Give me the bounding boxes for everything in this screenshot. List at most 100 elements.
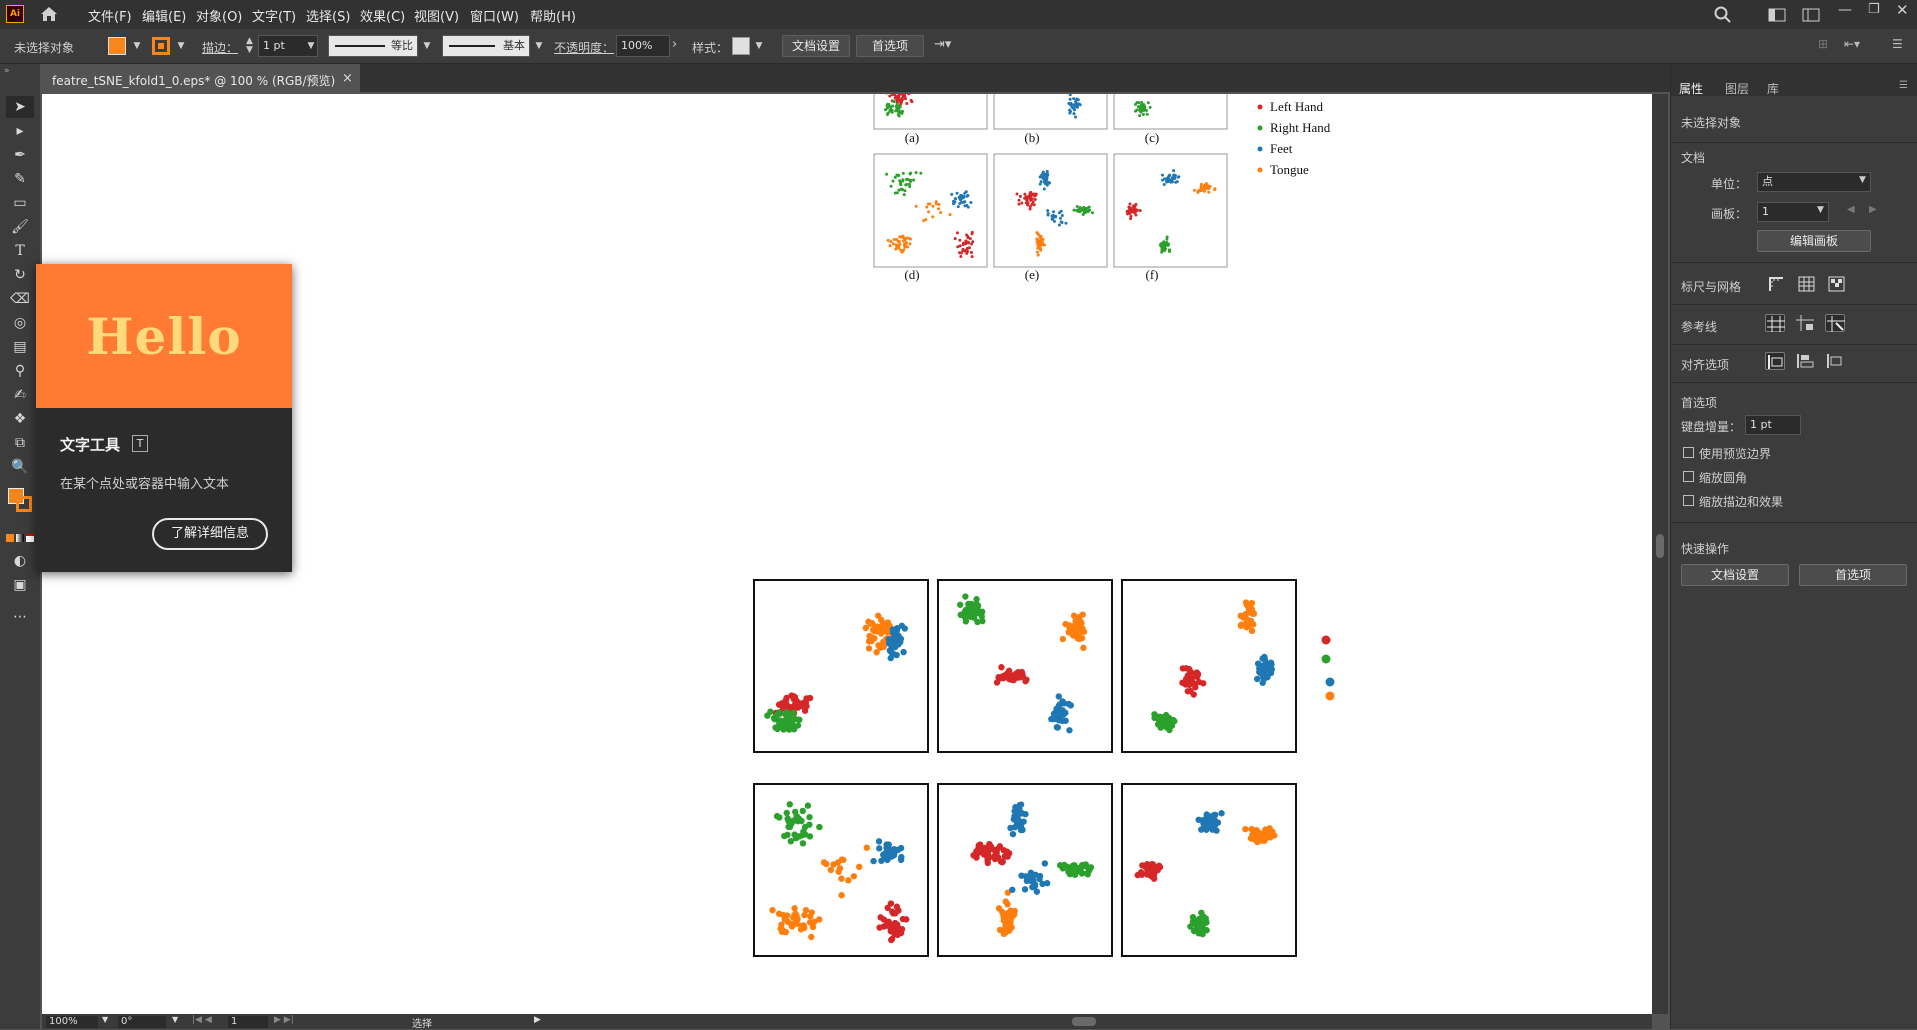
pen-tool-icon[interactable]: ✒	[6, 144, 34, 166]
tab-libraries[interactable]: 库	[1767, 80, 1779, 97]
restore-icon[interactable]: ❐	[1868, 2, 1880, 17]
fill-swatch[interactable]	[108, 37, 126, 55]
shape-builder-tool-icon[interactable]: ◎	[6, 312, 34, 334]
quick-preferences-button[interactable]: 首选项	[1799, 564, 1907, 586]
close-tab-icon[interactable]: ×	[342, 71, 353, 86]
zoom-tool-icon[interactable]: 🔍	[6, 456, 34, 478]
show-guides-icon[interactable]	[1765, 314, 1785, 332]
edit-toolbar-icon[interactable]: ⋯	[6, 606, 34, 628]
smart-guides-icon[interactable]	[1825, 314, 1845, 332]
horizontal-scroll-thumb[interactable]	[1072, 1017, 1096, 1026]
menu-type[interactable]: 文字(T)	[252, 6, 296, 25]
document-setup-button[interactable]: 文档设置	[782, 35, 850, 57]
graphic-style-swatch[interactable]	[732, 37, 750, 55]
stroke-weight-dropdown-icon[interactable]: ▼	[306, 41, 316, 51]
stroke-color-icon[interactable]	[16, 496, 32, 512]
home-icon[interactable]	[40, 6, 58, 22]
close-window-icon[interactable]: ✕	[1896, 1, 1909, 19]
selection-tool-icon[interactable]: ➤	[6, 96, 34, 118]
keyboard-increment-input[interactable]: 1 pt	[1745, 415, 1801, 435]
tab-properties[interactable]: 属性	[1679, 80, 1703, 97]
scatter-point	[1268, 661, 1274, 667]
variable-width-profile[interactable]: 等比	[328, 35, 418, 57]
symbol-sprayer-tool-icon[interactable]: ❖	[6, 408, 34, 430]
minimize-icon[interactable]: —	[1838, 2, 1852, 18]
rectangle-tool-icon[interactable]: ▭	[6, 192, 34, 214]
brush-dropdown-icon[interactable]: ▼	[534, 41, 544, 51]
quick-doc-settings-button[interactable]: 文档设置	[1681, 564, 1789, 586]
opacity-input[interactable]: 100%	[616, 35, 670, 57]
rulers-icon[interactable]	[1767, 275, 1787, 293]
scale-corners-checkbox[interactable]	[1683, 471, 1694, 482]
type-tool-icon[interactable]: T	[6, 240, 34, 262]
draw-mode-icon[interactable]: ◐	[6, 550, 34, 572]
stroke-dropdown-icon[interactable]: ▼	[176, 41, 186, 51]
document-tab[interactable]: featre_tSNE_kfold1_0.eps* @ 100 % (RGB/预…	[40, 64, 360, 92]
eyedropper-tool-icon[interactable]: ⚲	[6, 360, 34, 382]
gradient-tool-icon[interactable]: ▤	[6, 336, 34, 358]
grid-icon[interactable]	[1797, 275, 1817, 293]
eraser-tool-icon[interactable]: ⌫	[6, 288, 34, 310]
direct-selection-tool-icon[interactable]: ▸	[6, 120, 34, 142]
edit-artboards-button[interactable]: 编辑画板	[1757, 230, 1871, 252]
menu-help[interactable]: 帮助(H)	[530, 6, 576, 25]
transparency-grid-icon[interactable]	[1827, 275, 1847, 293]
blend-tool-icon[interactable]: ✍	[6, 384, 34, 406]
status-menu-icon[interactable]: ▶	[534, 1015, 541, 1025]
brush-definition[interactable]: 基本	[442, 35, 530, 57]
rotate-tool-icon[interactable]: ↻	[6, 264, 34, 286]
stroke-stepper-icon[interactable]: ▲▼	[246, 37, 253, 55]
zoom-dropdown-icon[interactable]: ▼	[102, 1015, 108, 1024]
use-preview-bounds-checkbox[interactable]	[1683, 447, 1694, 458]
artboard-number-input[interactable]: 1	[228, 1016, 268, 1028]
align-to-artboard-icon[interactable]	[1825, 352, 1845, 370]
menu-select[interactable]: 选择(S)	[306, 6, 350, 25]
zoom-level-input[interactable]: 100%	[46, 1016, 98, 1028]
menu-edit[interactable]: 编辑(E)	[142, 6, 186, 25]
collapse-toolbar-icon[interactable]: »	[4, 66, 10, 76]
align-menu-icon[interactable]: ⇥▾	[934, 37, 951, 52]
align-to-selection-icon[interactable]	[1765, 352, 1785, 370]
fill-dropdown-icon[interactable]: ▼	[132, 41, 142, 51]
menu-file[interactable]: 文件(F)	[88, 6, 132, 25]
learn-more-button[interactable]: 了解详细信息	[152, 518, 268, 550]
screen-mode-icon[interactable]: ▣	[6, 574, 34, 596]
opacity-label[interactable]: 不透明度：	[554, 39, 614, 56]
opacity-expand-icon[interactable]: ›	[672, 37, 677, 52]
color-mode-icons[interactable]	[6, 534, 34, 544]
first-artboard-icon[interactable]: |◀ ◀	[192, 1015, 212, 1025]
prev-artboard-icon[interactable]: ◀	[1847, 204, 1855, 215]
align-to-key-object-icon[interactable]	[1795, 352, 1815, 370]
rotation-input[interactable]: 0°	[118, 1016, 166, 1028]
arrange-documents-icon[interactable]	[1802, 8, 1820, 22]
align-icon[interactable]: ⇤▾	[1844, 37, 1860, 51]
transform-icon[interactable]: ⊞	[1818, 37, 1828, 51]
artboard-tool-icon[interactable]: ⧉	[6, 432, 34, 454]
rotation-dropdown-icon[interactable]: ▼	[172, 1015, 178, 1024]
tab-layers[interactable]: 图层	[1725, 80, 1749, 97]
curvature-tool-icon[interactable]: ✎	[6, 168, 34, 190]
unit-select[interactable]: 点	[1757, 172, 1871, 192]
menu-object[interactable]: 对象(O)	[196, 6, 242, 25]
profile-dropdown-icon[interactable]: ▼	[422, 41, 432, 51]
workspace-icon[interactable]	[1768, 8, 1786, 22]
paintbrush-tool-icon[interactable]: 🖌	[6, 216, 34, 238]
next-artboard-panel-icon[interactable]: ▶	[1869, 204, 1877, 215]
menu-effect[interactable]: 效果(C)	[360, 6, 405, 25]
preferences-button[interactable]: 首选项	[856, 35, 924, 57]
scale-strokes-checkbox[interactable]	[1683, 495, 1694, 506]
menu-view[interactable]: 视图(V)	[414, 6, 459, 25]
lock-guides-icon[interactable]	[1795, 314, 1815, 332]
search-icon[interactable]	[1714, 6, 1732, 24]
stroke-swatch[interactable]	[152, 37, 170, 55]
panel-options-icon[interactable]: ☰	[1899, 80, 1908, 91]
panel-menu-icon[interactable]: ☰	[1892, 37, 1903, 51]
vertical-scrollbar[interactable]	[1652, 94, 1668, 1014]
stroke-label[interactable]: 描边：	[202, 39, 238, 56]
unit-dropdown-icon[interactable]: ▼	[1859, 175, 1866, 185]
next-artboard-icon[interactable]: ▶ ▶|	[274, 1015, 294, 1025]
artboard-dropdown-icon[interactable]: ▼	[1817, 205, 1824, 215]
style-dropdown-icon[interactable]: ▼	[754, 41, 764, 51]
vertical-scroll-thumb[interactable]	[1656, 534, 1664, 558]
menu-window[interactable]: 窗口(W)	[470, 6, 519, 25]
